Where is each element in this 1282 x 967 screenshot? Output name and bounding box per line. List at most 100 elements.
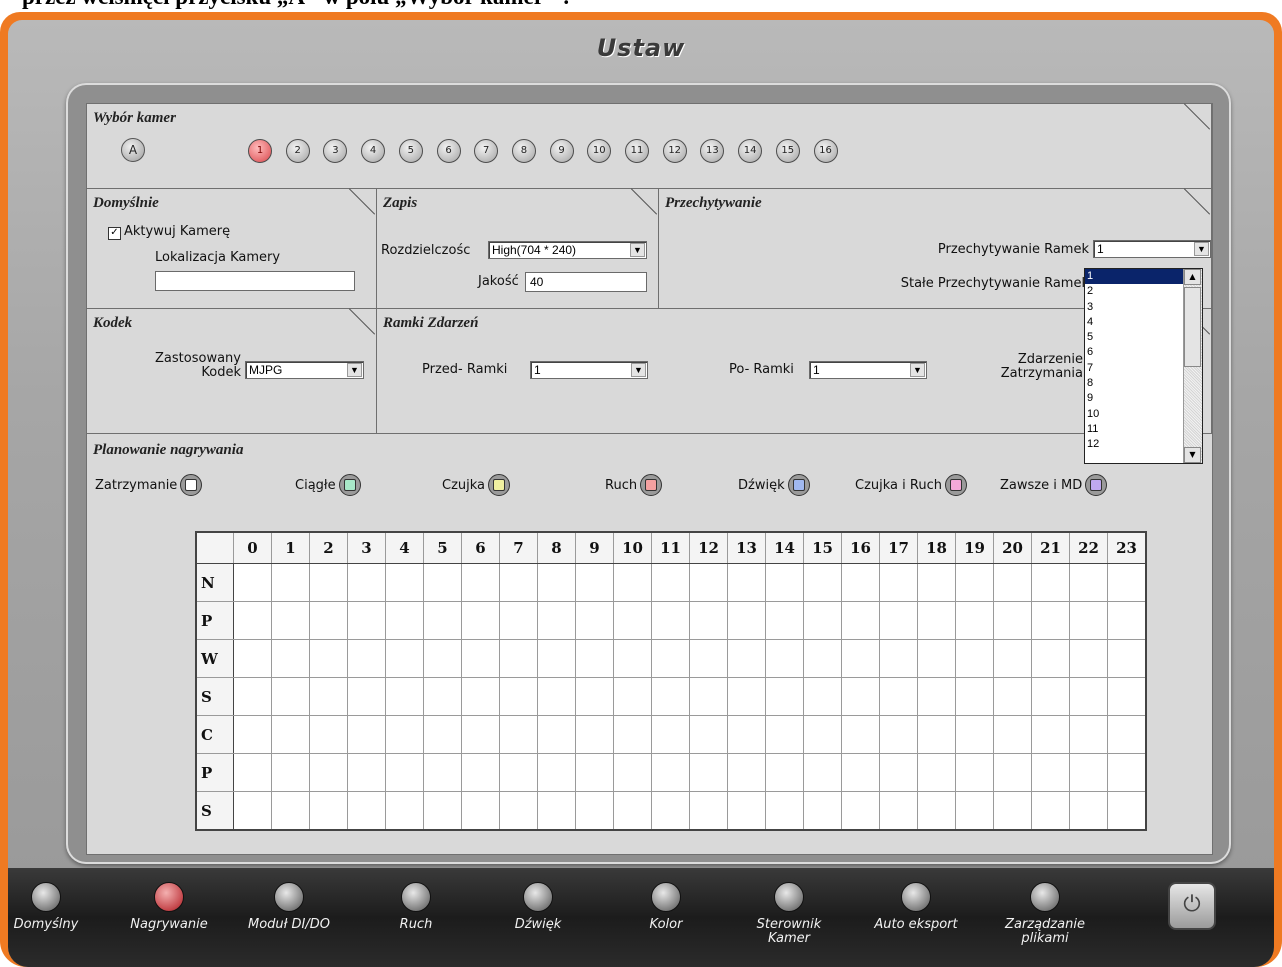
- legend-item[interactable]: Ruch: [605, 474, 663, 496]
- nav-knob-icon[interactable]: [901, 882, 931, 912]
- schedule-cell[interactable]: [461, 753, 500, 792]
- camera-button-10[interactable]: 10: [587, 139, 612, 163]
- legend-item[interactable]: Zatrzymanie: [95, 474, 203, 496]
- legend-color-button[interactable]: [180, 474, 203, 496]
- power-button[interactable]: ⏻: [1168, 882, 1216, 930]
- dropdown-option[interactable]: 3: [1085, 300, 1184, 315]
- camera-button-11[interactable]: 11: [625, 139, 649, 163]
- schedule-cell[interactable]: [1031, 677, 1070, 716]
- resolution-select[interactable]: High(704 * 240) ▼: [488, 241, 647, 259]
- dropdown-option[interactable]: 10: [1085, 407, 1184, 422]
- schedule-cell[interactable]: [879, 715, 918, 754]
- schedule-cell[interactable]: [233, 563, 272, 602]
- schedule-cell[interactable]: [499, 563, 538, 602]
- dropdown-option[interactable]: 9: [1085, 391, 1184, 406]
- nav-item[interactable]: Nagrywanie: [109, 882, 229, 932]
- frame-capture-dropdown-list[interactable]: 1 2 3 4 5 6 7 8 9 10 11 12 ▲ ▼: [1084, 268, 1203, 464]
- schedule-cell[interactable]: [1107, 715, 1147, 754]
- schedule-cell[interactable]: [955, 677, 994, 716]
- nav-knob-icon[interactable]: [1030, 882, 1060, 912]
- dropdown-option[interactable]: 8: [1085, 376, 1184, 391]
- schedule-cell[interactable]: [803, 677, 842, 716]
- schedule-cell[interactable]: [955, 753, 994, 792]
- camera-location-input[interactable]: [155, 271, 355, 291]
- nav-item[interactable]: Moduł DI/DO: [229, 882, 349, 932]
- legend-color-button[interactable]: [787, 474, 810, 496]
- schedule-cell[interactable]: [955, 563, 994, 602]
- schedule-cell[interactable]: [233, 639, 272, 678]
- all-cameras-button[interactable]: A: [121, 138, 145, 162]
- schedule-cell[interactable]: [271, 791, 310, 831]
- schedule-cell[interactable]: [765, 563, 804, 602]
- schedule-cell[interactable]: [613, 715, 652, 754]
- post-frames-select[interactable]: 1 ▼: [809, 361, 927, 379]
- schedule-cell[interactable]: [537, 677, 576, 716]
- schedule-cell[interactable]: [271, 715, 310, 754]
- chevron-down-icon[interactable]: ▼: [347, 363, 362, 377]
- camera-button-6[interactable]: 6: [436, 139, 461, 163]
- camera-button-9[interactable]: 9: [549, 139, 574, 163]
- schedule-cell[interactable]: [727, 715, 766, 754]
- schedule-cell[interactable]: [879, 563, 918, 602]
- schedule-cell[interactable]: [841, 563, 880, 602]
- schedule-cell[interactable]: [347, 791, 386, 831]
- schedule-cell[interactable]: [271, 563, 310, 602]
- schedule-cell[interactable]: [461, 639, 500, 678]
- camera-button-4[interactable]: 4: [361, 139, 386, 163]
- schedule-cell[interactable]: [575, 677, 614, 716]
- schedule-cell[interactable]: [689, 753, 728, 792]
- camera-button-12[interactable]: 12: [662, 139, 687, 163]
- camera-button-2[interactable]: 2: [285, 139, 310, 163]
- schedule-cell[interactable]: [917, 601, 956, 640]
- schedule-cell[interactable]: [727, 791, 766, 831]
- schedule-cell[interactable]: [917, 677, 956, 716]
- schedule-cell[interactable]: [423, 715, 462, 754]
- schedule-cell[interactable]: [423, 753, 462, 792]
- schedule-cell[interactable]: [917, 715, 956, 754]
- dropdown-option[interactable]: 2: [1085, 284, 1184, 299]
- schedule-cell[interactable]: [271, 677, 310, 716]
- schedule-cell[interactable]: [879, 753, 918, 792]
- schedule-cell[interactable]: [1069, 639, 1108, 678]
- camera-button-7[interactable]: 7: [474, 139, 499, 163]
- legend-color-button[interactable]: [1085, 474, 1108, 496]
- schedule-cell[interactable]: [955, 715, 994, 754]
- nav-knob-icon[interactable]: [401, 882, 431, 912]
- nav-item[interactable]: Sterownik Kamer: [729, 882, 849, 946]
- schedule-cell[interactable]: [385, 791, 424, 831]
- schedule-cell[interactable]: [765, 601, 804, 640]
- schedule-cell[interactable]: [689, 791, 728, 831]
- schedule-cell[interactable]: [689, 715, 728, 754]
- camera-button-13[interactable]: 13: [700, 139, 725, 163]
- legend-item[interactable]: Zawsze i MD: [1000, 474, 1108, 496]
- chevron-down-icon[interactable]: ▼: [630, 243, 645, 257]
- schedule-cell[interactable]: [347, 563, 386, 602]
- schedule-cell[interactable]: [917, 753, 956, 792]
- schedule-cell[interactable]: [765, 753, 804, 792]
- schedule-cell[interactable]: [233, 715, 272, 754]
- schedule-cell[interactable]: [727, 639, 766, 678]
- schedule-cell[interactable]: [575, 791, 614, 831]
- dropdown-option[interactable]: 4: [1085, 315, 1184, 330]
- schedule-cell[interactable]: [309, 563, 348, 602]
- legend-item[interactable]: Czujka: [442, 474, 511, 496]
- nav-knob-icon[interactable]: [274, 882, 304, 912]
- schedule-cell[interactable]: [841, 715, 880, 754]
- schedule-cell[interactable]: [461, 715, 500, 754]
- nav-item[interactable]: Zarządzanie plikami: [985, 882, 1105, 946]
- schedule-cell[interactable]: [309, 753, 348, 792]
- schedule-cell[interactable]: [575, 601, 614, 640]
- schedule-cell[interactable]: [993, 753, 1032, 792]
- schedule-cell[interactable]: [841, 601, 880, 640]
- schedule-cell[interactable]: [499, 639, 538, 678]
- schedule-cell[interactable]: [1107, 601, 1147, 640]
- dropdown-option[interactable]: 11: [1085, 422, 1184, 437]
- nav-knob-icon[interactable]: [774, 882, 804, 912]
- schedule-cell[interactable]: [993, 601, 1032, 640]
- schedule-cell[interactable]: [309, 715, 348, 754]
- schedule-cell[interactable]: [461, 677, 500, 716]
- schedule-cell[interactable]: [689, 601, 728, 640]
- schedule-cell[interactable]: [917, 791, 956, 831]
- schedule-cell[interactable]: [613, 791, 652, 831]
- frame-capture-select[interactable]: 1 ▼: [1093, 240, 1211, 258]
